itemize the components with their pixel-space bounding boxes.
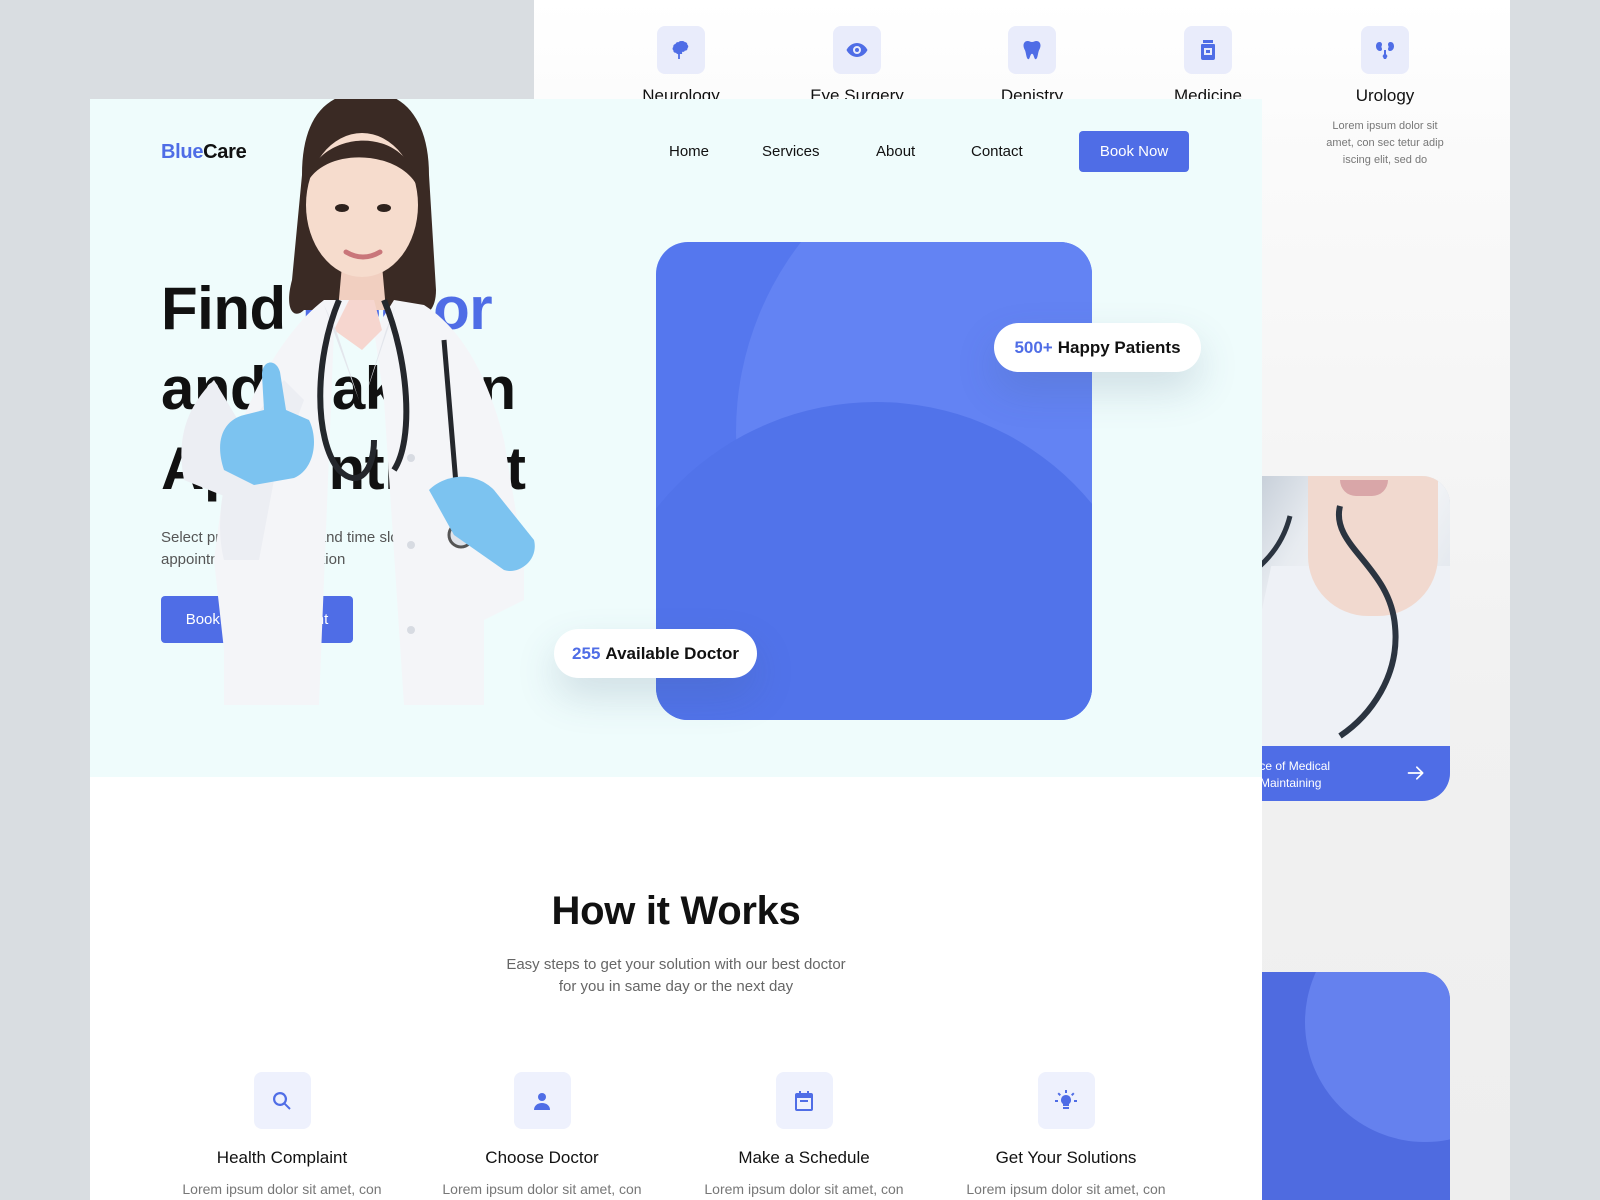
service-urology[interactable]: Urology Lorem ipsum dolor sit amet, con … (1300, 0, 1470, 169)
hero-title-word: Find (161, 275, 286, 342)
step-make-schedule[interactable]: Make a Schedule Lorem ipsum dolor sit am… (704, 1072, 904, 1197)
kidney-icon (1361, 26, 1409, 74)
step-description: Lorem ipsum dolor sit amet, con (442, 1181, 642, 1197)
lightbulb-icon (1037, 1072, 1095, 1129)
hero-section: BlueCare Home Services About Contact Boo… (90, 99, 1262, 777)
medicine-bottle-icon (1184, 26, 1232, 74)
step-title: Health Complaint (216, 1148, 348, 1167)
hero-title-line: and Make an (161, 355, 516, 422)
hero-subtitle: Select preferred doctor and time slot to… (161, 529, 457, 568)
service-description: Lorem ipsum dolor sit amet, con sec tetu… (1326, 120, 1444, 166)
book-appointment-button[interactable]: Book an Appointment (161, 596, 353, 643)
eye-icon (833, 26, 881, 74)
step-title: Choose Doctor (485, 1148, 599, 1167)
step-description: Lorem ipsum dolor sit amet, con (704, 1181, 904, 1197)
available-doctor-badge: 255 Available Doctor (554, 629, 757, 678)
service-denistry[interactable]: Denistry (947, 0, 1117, 106)
logo-part-blue: Blue (161, 141, 204, 163)
stat-label: Available Doctor (605, 643, 739, 663)
brain-icon (657, 26, 705, 74)
step-title: Make a Schedule (738, 1148, 870, 1167)
hero-title: Find Doctor and Make an Appointment (161, 269, 581, 509)
brand-logo[interactable]: BlueCare (161, 141, 247, 164)
how-it-works-subtitle: Easy steps to get your solution with our… (90, 954, 1262, 998)
book-now-button[interactable]: Book Now (1079, 131, 1189, 172)
hero-title-line: Appointment (161, 435, 526, 502)
subtitle-line: for you in same day or the next day (558, 978, 794, 995)
step-health-complaint[interactable]: Health Complaint Lorem ipsum dolor sit a… (182, 1072, 382, 1197)
service-medicine[interactable]: Medicine (1123, 0, 1293, 106)
tooth-icon (1008, 26, 1056, 74)
stat-label: Happy Patients (1057, 337, 1181, 357)
service-neurology[interactable]: Neurology (596, 0, 766, 106)
nav-services[interactable]: Services (762, 143, 820, 160)
step-description: Lorem ipsum dolor sit amet, con (182, 1181, 382, 1197)
service-name: Urology (1355, 86, 1415, 105)
step-title: Get Your Solutions (995, 1148, 1137, 1167)
step-get-solutions[interactable]: Get Your Solutions Lorem ipsum dolor sit… (966, 1072, 1166, 1197)
landing-page: BlueCare Home Services About Contact Boo… (90, 99, 1262, 1200)
calendar-icon (775, 1072, 833, 1129)
how-it-works-title: How it Works (551, 889, 801, 933)
step-description: Lorem ipsum dolor sit amet, con (966, 1181, 1166, 1197)
happy-patients-badge: 500+ Happy Patients (994, 323, 1201, 372)
service-eye-surgery[interactable]: Eye Surgery (772, 0, 942, 106)
nav-contact[interactable]: Contact (971, 143, 1023, 160)
subtitle-line: Easy steps to get your solution with our… (506, 956, 846, 973)
nav-home[interactable]: Home (669, 143, 709, 160)
logo-part-dark: Care (203, 141, 247, 163)
nav-about[interactable]: About (876, 143, 915, 160)
hero-title-highlight: Doctor (301, 275, 493, 342)
step-choose-doctor[interactable]: Choose Doctor Lorem ipsum dolor sit amet… (442, 1072, 642, 1197)
stat-number: 500+ (1014, 337, 1053, 357)
stat-number: 255 (572, 643, 601, 663)
search-icon (253, 1072, 311, 1129)
user-icon (513, 1072, 571, 1129)
arrow-right-icon[interactable] (1406, 763, 1426, 783)
